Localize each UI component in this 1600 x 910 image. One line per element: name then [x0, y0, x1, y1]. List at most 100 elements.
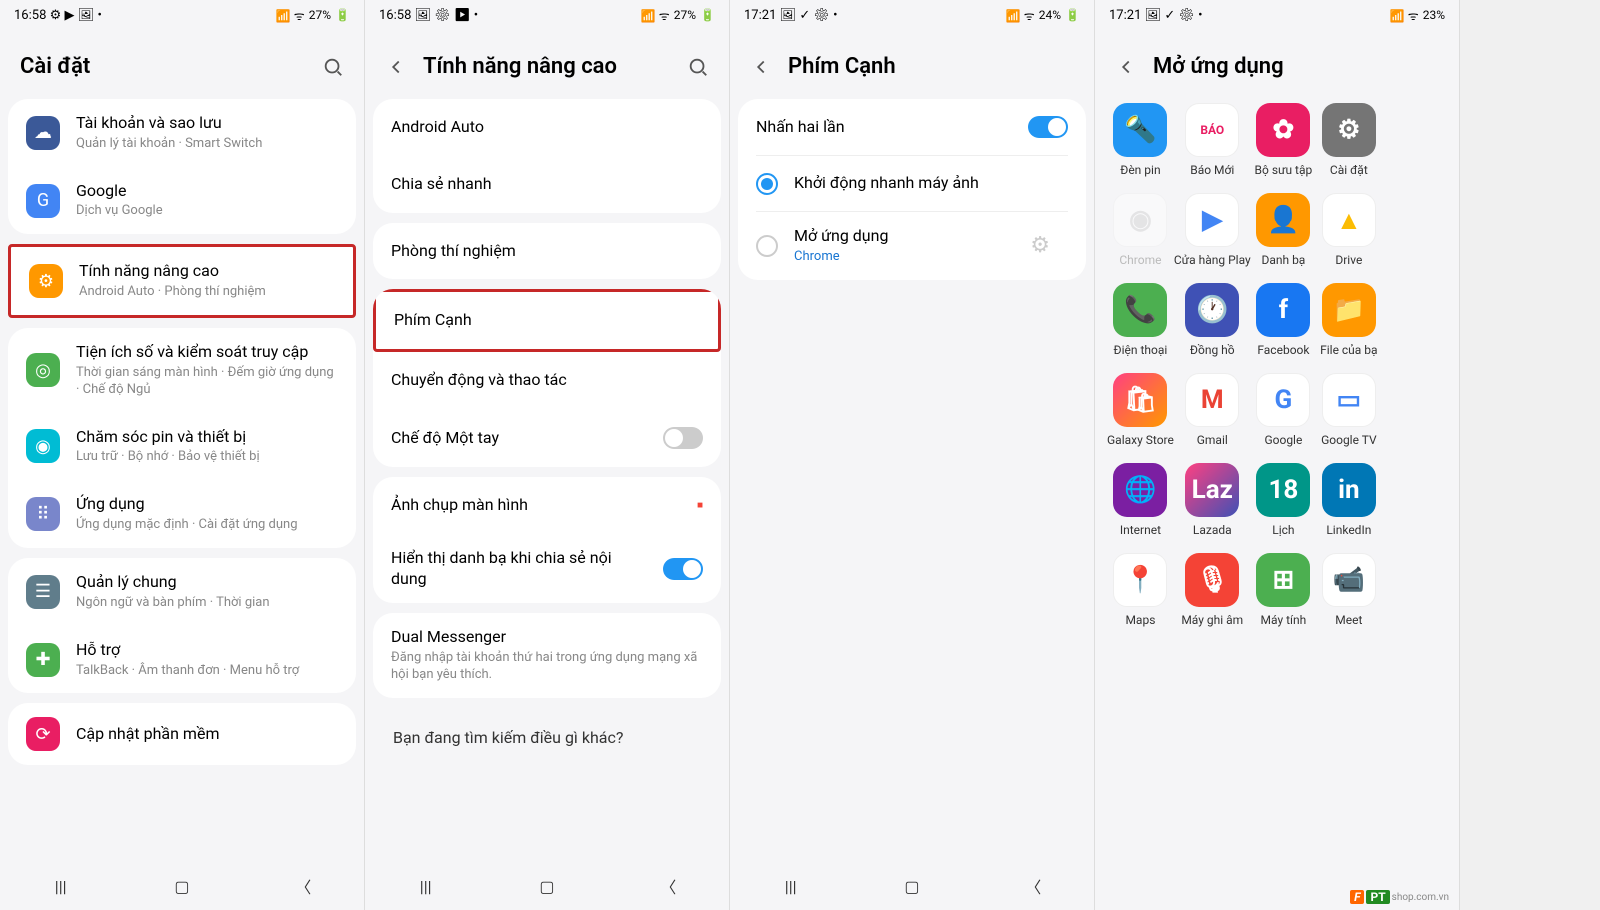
app-google-tv[interactable]: ▭ Google TV [1316, 369, 1381, 451]
app-icon: 📁 [1322, 283, 1376, 337]
app-facebook[interactable]: fFacebook [1251, 279, 1316, 361]
app-label: Đèn pin [1120, 163, 1160, 177]
app-label: Máy ghi âm [1181, 613, 1243, 627]
app-label: Điện thoại [1114, 343, 1168, 357]
app-máy-ghi-âm[interactable]: 🎙Máy ghi âm [1174, 549, 1251, 631]
page-title: Mở ứng dụng [1153, 54, 1439, 79]
item-one-handed-mode[interactable]: Chế độ Một tay [373, 409, 721, 467]
back-button[interactable]: 〈 [291, 874, 315, 898]
item-show-contacts-sharing[interactable]: Hiển thị danh bạ khi chia sẻ nội dung [373, 534, 721, 604]
google-icon: G [26, 184, 60, 218]
item-device-care[interactable]: ◉ Chăm sóc pin và thiết bịLưu trữ · Bộ n… [8, 413, 356, 481]
item-quick-share[interactable]: Chia sẻ nhanh [373, 156, 721, 213]
header: Tính năng nâng cao [365, 30, 729, 99]
item-digital-wellbeing[interactable]: ◎ Tiện ích số và kiểm soát truy cậpThời … [8, 328, 356, 413]
item-labs[interactable]: Phòng thí nghiệm [373, 223, 721, 280]
app-label: Lịch [1272, 523, 1294, 537]
app-label: Lazada [1193, 523, 1232, 537]
app-meet[interactable]: 📹Meet [1316, 549, 1381, 631]
app-đèn-pin[interactable]: 🔦 Đèn pin [1107, 99, 1174, 181]
app-icon: ⚙ [1322, 103, 1376, 157]
back-icon[interactable] [750, 56, 772, 78]
back-button[interactable]: 〈 [656, 874, 680, 898]
toggle-double-press[interactable] [1028, 116, 1068, 138]
app-label: Google [1264, 433, 1302, 447]
item-screenshots[interactable]: Ảnh chụp màn hình■ [373, 477, 721, 534]
app-icon: ▭ [1322, 373, 1376, 427]
app-label: Drive [1335, 253, 1362, 267]
app-danh-bạ[interactable]: 👤Danh bạ [1251, 189, 1316, 271]
home-button[interactable]: ▢ [535, 874, 559, 898]
item-advanced-features[interactable]: ⚙ Tính năng nâng caoAndroid Auto · Phòng… [11, 247, 353, 315]
item-google[interactable]: G GoogleDịch vụ Google [8, 167, 356, 235]
app-báo-mới[interactable]: BÁOBáo Mới [1174, 99, 1251, 181]
app-label: Meet [1335, 613, 1362, 627]
app-icon: 📞 [1113, 283, 1167, 337]
item-sub: Dịch vụ Google [76, 203, 338, 220]
app-máy-tính[interactable]: ⊞ Máy tính [1251, 549, 1316, 631]
toggle-one-handed[interactable] [663, 427, 703, 449]
search-icon[interactable] [322, 56, 344, 78]
back-icon[interactable] [1115, 56, 1137, 78]
app-icon: ⊞ [1256, 553, 1310, 607]
app-label: Máy tính [1261, 613, 1307, 627]
settings-list: ☁ Tài khoản và sao lưuQuản lý tài khoản … [0, 99, 364, 862]
app-bộ-sưu-tập[interactable]: ✿Bộ sưu tập [1251, 99, 1316, 181]
app-lazada[interactable]: LazLazada [1174, 459, 1251, 541]
header: Mở ứng dụng [1095, 30, 1459, 89]
app-gmail[interactable]: MGmail [1174, 369, 1251, 451]
settings-group-highlighted: ⚙ Tính năng nâng caoAndroid Auto · Phòng… [8, 244, 356, 318]
app-cài-đặt[interactable]: ⚙Cài đặt [1316, 99, 1381, 181]
app-internet[interactable]: 🌐Internet [1107, 459, 1174, 541]
app-file-của-bạ[interactable]: 📁File của bạ [1316, 279, 1381, 361]
home-button[interactable]: ▢ [170, 874, 194, 898]
toggle-contacts-sharing[interactable] [663, 558, 703, 580]
home-button[interactable]: ▢ [900, 874, 924, 898]
item-motions-gestures[interactable]: Chuyển động và thao tác [373, 352, 721, 409]
recents-button[interactable]: ||| [49, 874, 73, 898]
screen-side-key: 17:21 🖼 ✓ ⚙ • 📶 ᯤ 24%🔋 Phím Cạnh Nhấn ha… [730, 0, 1095, 910]
item-general-management[interactable]: ☰ Quản lý chungNgôn ngữ và bàn phím · Th… [8, 558, 356, 626]
item-dual-messenger[interactable]: Dual MessengerĐăng nhập tài khoản thứ ha… [373, 613, 721, 698]
option-open-app[interactable]: Mở ứng dụngChrome ⚙ [756, 211, 1068, 280]
radio-open-app[interactable] [756, 235, 778, 257]
app-spacer [1382, 189, 1447, 271]
recents-button[interactable]: ||| [414, 874, 438, 898]
item-android-auto[interactable]: Android Auto [373, 99, 721, 156]
back-button[interactable]: 〈 [1021, 874, 1045, 898]
item-apps[interactable]: ⠿ Ứng dụngỨng dụng mặc định · Cài đặt ứn… [8, 480, 356, 548]
app-spacer [1382, 369, 1447, 451]
app-đồng-hồ[interactable]: 🕐Đồng hồ [1174, 279, 1251, 361]
app-lịch[interactable]: 18Lịch [1251, 459, 1316, 541]
item-double-press[interactable]: Nhấn hai lần [738, 99, 1086, 155]
gear-icon[interactable]: ⚙ [1030, 233, 1050, 258]
item-software-update[interactable]: ⟳ Cập nhật phần mềm [8, 703, 356, 765]
app-galaxy-store[interactable]: 🛍Galaxy Store [1107, 369, 1174, 451]
app-google[interactable]: GGoogle [1251, 369, 1316, 451]
nav-bar: ||| ▢ 〈 [730, 862, 1094, 910]
app-label: Google TV [1321, 433, 1377, 447]
option-quick-launch-camera[interactable]: Khởi động nhanh máy ảnh [756, 155, 1068, 211]
search-icon[interactable] [687, 56, 709, 78]
recents-button[interactable]: ||| [779, 874, 803, 898]
app-cửa-hàng-play[interactable]: ▶Cửa hàng Play [1174, 189, 1251, 271]
app-label: LinkedIn [1326, 523, 1371, 537]
app-label: Danh bạ [1261, 253, 1305, 267]
item-accounts-backup[interactable]: ☁ Tài khoản và sao lưuQuản lý tài khoản … [8, 99, 356, 167]
app-grid-container: 🔦 Đèn pin BÁOBáo Mới✿Bộ sưu tập⚙Cài đặt ◉Ch… [1095, 89, 1459, 910]
item-side-key[interactable]: Phím Cạnh [373, 289, 721, 352]
app-maps[interactable]: 📍Maps [1107, 549, 1174, 631]
search-prompt[interactable]: Bạn đang tìm kiếm điều gì khác? [373, 708, 721, 767]
app-label: Chrome [1119, 253, 1161, 267]
app-icon: 🔦 [1113, 103, 1167, 157]
item-accessibility[interactable]: ✚ Hỗ trợTalkBack · Âm thanh đơn · Menu h… [8, 626, 356, 694]
app-spacer [1382, 549, 1447, 631]
app-điện-thoại[interactable]: 📞 Điện thoại [1107, 279, 1174, 361]
app-chrome[interactable]: ◉Chrome [1107, 189, 1174, 271]
radio-camera[interactable] [756, 173, 778, 195]
status-bar: 16:58 🖼 ⚙ ▶ • 📶 ᯤ 27%🔋 [365, 0, 729, 30]
app-linkedin[interactable]: inLinkedIn [1316, 459, 1381, 541]
back-icon[interactable] [385, 56, 407, 78]
app-drive[interactable]: ▲Drive [1316, 189, 1381, 271]
app-icon: 🌐 [1113, 463, 1167, 517]
